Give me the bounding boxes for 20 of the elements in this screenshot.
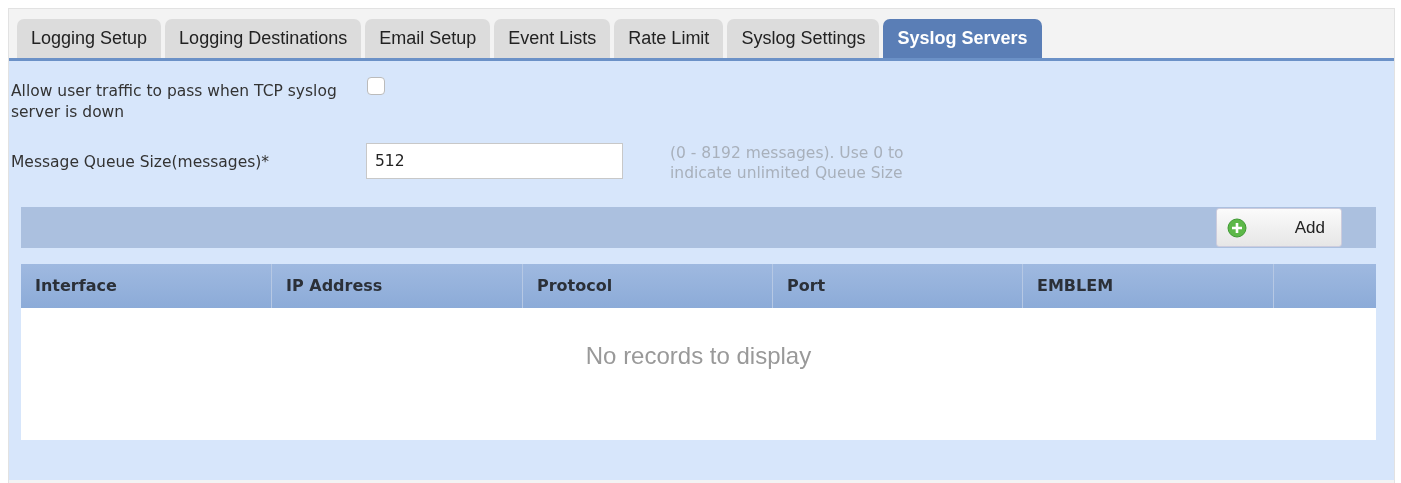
input-field[interactable]: 512 <box>366 143 623 179</box>
tab[interactable]: Logging Destinations <box>165 19 362 58</box>
plus-icon <box>1227 217 1247 238</box>
tab[interactable]: Logging Setup <box>17 19 162 58</box>
field-hint: (0 - 8192 messages). Use 0 to indicate unlimited Queue Size <box>670 143 905 183</box>
checkbox-label: Allow user traffic to pass when TCP syslog server is down <box>11 81 338 123</box>
tab[interactable]: Event Lists <box>494 19 611 58</box>
checkbox[interactable] <box>367 77 385 95</box>
field-label: Message Queue Size(messages)* <box>11 152 271 173</box>
tab[interactable]: Syslog Settings <box>727 19 880 58</box>
column-header[interactable]: Port <box>773 264 1023 308</box>
tab[interactable]: Email Setup <box>365 19 491 58</box>
add-button[interactable]: Add <box>1216 208 1342 247</box>
column-header[interactable]: Interface <box>21 264 272 308</box>
tab[interactable]: Rate Limit <box>614 19 724 58</box>
column-header[interactable]: Protocol <box>523 264 773 308</box>
tab[interactable]: Syslog Servers <box>883 19 1042 58</box>
column-header[interactable]: IP Address <box>272 264 523 308</box>
column-header[interactable]: EMBLEM <box>1023 264 1274 308</box>
empty-message: No records to display <box>584 341 813 370</box>
